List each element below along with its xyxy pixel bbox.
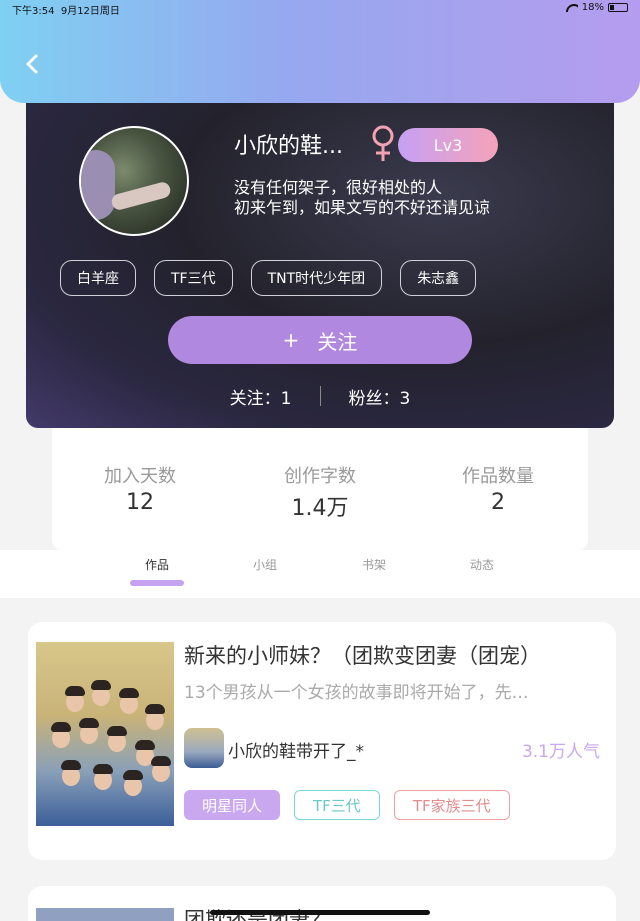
tab-groups[interactable]: 小组: [235, 556, 295, 573]
tab-bookshelf[interactable]: 书架: [344, 556, 404, 573]
battery-percent: 18%: [581, 2, 604, 13]
profile-tag[interactable]: 白羊座: [60, 260, 136, 296]
following-count[interactable]: 关注：1: [230, 384, 292, 409]
wifi-icon: [566, 3, 578, 12]
active-tab-indicator: [130, 580, 184, 586]
avatar-sleeve-shape: [81, 150, 115, 220]
bio: 没有任何架子，很好相处的人 初来乍到，如果文写的不好还请见谅: [234, 178, 490, 218]
bio-line-1: 没有任何架子，很好相处的人: [234, 178, 443, 197]
stat-value: 12: [126, 490, 154, 515]
chevron-left-icon: [26, 54, 38, 74]
tab-activity[interactable]: 动态: [452, 556, 512, 573]
work-cover-image[interactable]: [36, 642, 174, 826]
back-button[interactable]: [22, 53, 44, 75]
fans-count[interactable]: 粉丝：3: [349, 384, 411, 409]
follow-counts: 关注：1 粉丝：3: [26, 382, 614, 410]
follow-button-label: 关注: [317, 329, 358, 354]
work-title[interactable]: 新来的小师妹？（团欺变团妻（团宠）: [184, 640, 541, 670]
stat-value: 2: [491, 490, 505, 515]
follow-button[interactable]: + 关注: [168, 316, 472, 364]
stat-works-count: 作品数量 2: [428, 462, 568, 515]
home-indicator: [210, 910, 430, 915]
work-card[interactable]: 团欺还是团妻？: [28, 886, 616, 921]
avatar[interactable]: [79, 126, 189, 236]
stat-label: 作品数量: [462, 466, 534, 487]
top-header: 下午3:54 9月12日周日 18%: [0, 0, 640, 103]
status-bar: 下午3:54 9月12日周日 18%: [12, 2, 628, 18]
work-tags: 明星同人 TF三代 TF家族三代: [184, 790, 510, 820]
status-time: 下午3:54 9月12日周日: [12, 6, 120, 17]
stat-value: 1.4万: [291, 496, 349, 521]
tab-bar: 作品 小组 书架 动态: [0, 550, 640, 598]
work-tag[interactable]: TF家族三代: [393, 790, 510, 820]
battery-icon: [608, 3, 628, 12]
work-card[interactable]: 新来的小师妹？（团欺变团妻（团宠） 13个男孩从一个女孩的故事即将开始了，先… …: [28, 622, 616, 860]
divider: [319, 386, 321, 406]
plus-icon: +: [282, 328, 300, 352]
profile-card: 小欣的鞋... Lv3 没有任何架子，很好相处的人 初来乍到，如果文写的不好还请…: [26, 100, 614, 428]
stat-join-days: 加入天数 12: [70, 462, 210, 515]
stat-word-count: 创作字数 1.4万: [250, 462, 390, 522]
work-tag[interactable]: TF三代: [294, 790, 380, 820]
work-description: 13个男孩从一个女孩的故事即将开始了，先…: [184, 683, 529, 703]
popularity-count: 3.1万人气: [521, 742, 600, 762]
author-name[interactable]: 小欣的鞋带开了_*: [228, 737, 364, 762]
profile-tags: 白羊座 TF三代 TNT时代少年团 朱志鑫: [60, 260, 477, 296]
tab-works[interactable]: 作品: [127, 556, 187, 573]
avatar-arm-shape: [109, 180, 173, 212]
username: 小欣的鞋...: [234, 134, 343, 159]
level-badge: Lv3: [398, 128, 498, 162]
female-gender-icon: [372, 125, 394, 161]
work-tag[interactable]: 明星同人: [184, 790, 281, 820]
stats-panel: 加入天数 12 创作字数 1.4万 作品数量 2: [52, 428, 588, 550]
bio-line-2: 初来乍到，如果文写的不好还请见谅: [234, 198, 491, 217]
status-right: 18%: [566, 2, 628, 13]
author-avatar[interactable]: [184, 728, 224, 768]
profile-tag[interactable]: TF三代: [154, 260, 233, 296]
stat-label: 创作字数: [284, 466, 356, 487]
profile-tag[interactable]: TNT时代少年团: [250, 260, 383, 296]
profile-tag[interactable]: 朱志鑫: [400, 260, 477, 296]
work-cover-image[interactable]: [36, 908, 174, 921]
stat-label: 加入天数: [104, 466, 176, 487]
